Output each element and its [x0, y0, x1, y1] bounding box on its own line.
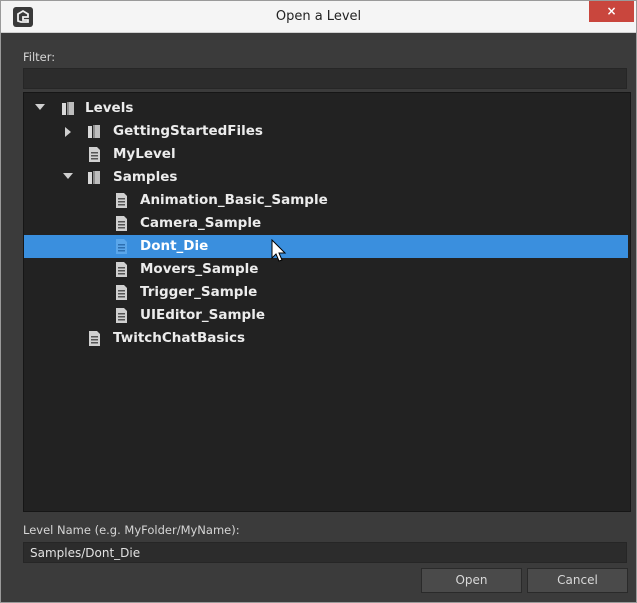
tree-item-label: UIEditor_Sample	[140, 307, 265, 323]
level-file-icon	[113, 215, 130, 232]
tree-item-trigger-sample[interactable]: Trigger_Sample	[24, 281, 628, 304]
tree-item-label: TwitchChatBasics	[113, 330, 246, 346]
title-bar[interactable]: Open a Level ×	[1, 1, 636, 33]
tree-item-label: Trigger_Sample	[140, 284, 258, 300]
tree-item-twitchchatbasics[interactable]: TwitchChatBasics	[24, 327, 628, 350]
level-name-input[interactable]	[23, 542, 627, 563]
folder-icon	[86, 123, 103, 140]
tree-item-label: Movers_Sample	[140, 261, 259, 277]
open-level-dialog: Open a Level × Filter: Levels GettingSta	[0, 0, 637, 603]
tree-item-camera-sample[interactable]: Camera_Sample	[24, 212, 628, 235]
collapsed-arrow-icon[interactable]	[64, 120, 76, 143]
filter-label: Filter:	[23, 50, 56, 64]
tree-item-label: Samples	[113, 169, 178, 185]
level-file-icon	[113, 261, 130, 278]
tree-item-mylevel[interactable]: MyLevel	[24, 143, 628, 166]
open-button[interactable]: Open	[421, 568, 522, 593]
expanded-arrow-icon[interactable]	[62, 166, 74, 189]
tree-item-samples[interactable]: Samples	[24, 166, 628, 189]
tree-item-label: MyLevel	[113, 146, 176, 162]
window-title: Open a Level	[275, 9, 362, 24]
folder-icon	[86, 169, 103, 186]
level-file-icon	[113, 307, 130, 324]
level-file-icon	[113, 192, 130, 209]
tree-item-label: Levels	[85, 100, 134, 116]
tree-item-dont-die[interactable]: Dont_Die	[24, 235, 628, 258]
level-file-icon	[113, 238, 130, 255]
tree-item-animation-basic-sample[interactable]: Animation_Basic_Sample	[24, 189, 628, 212]
close-button[interactable]: ×	[589, 1, 634, 22]
level-name-label: Level Name (e.g. MyFolder/MyName):	[23, 523, 240, 537]
level-file-icon	[86, 146, 103, 163]
mouse-pointer-icon	[271, 238, 287, 263]
tree-item-levels[interactable]: Levels	[24, 97, 628, 120]
level-file-icon	[113, 284, 130, 301]
tree-item-label: Dont_Die	[140, 238, 209, 254]
tree-item-label: Camera_Sample	[140, 215, 262, 231]
level-tree[interactable]: Levels GettingStartedFiles MyLevel Sampl…	[23, 92, 631, 512]
close-icon: ×	[606, 4, 617, 18]
tree-item-label: GettingStartedFiles	[113, 123, 263, 139]
tree-item-movers-sample[interactable]: Movers_Sample	[24, 258, 628, 281]
tree-item-gettingstartedfiles[interactable]: GettingStartedFiles	[24, 120, 628, 143]
tree-item-uieditor-sample[interactable]: UIEditor_Sample	[24, 304, 628, 327]
cancel-button[interactable]: Cancel	[527, 568, 628, 593]
folder-icon	[60, 100, 77, 117]
level-file-icon	[86, 330, 103, 347]
tree-item-label: Animation_Basic_Sample	[140, 192, 328, 208]
expanded-arrow-icon[interactable]	[34, 97, 46, 120]
filter-input[interactable]	[23, 68, 627, 89]
